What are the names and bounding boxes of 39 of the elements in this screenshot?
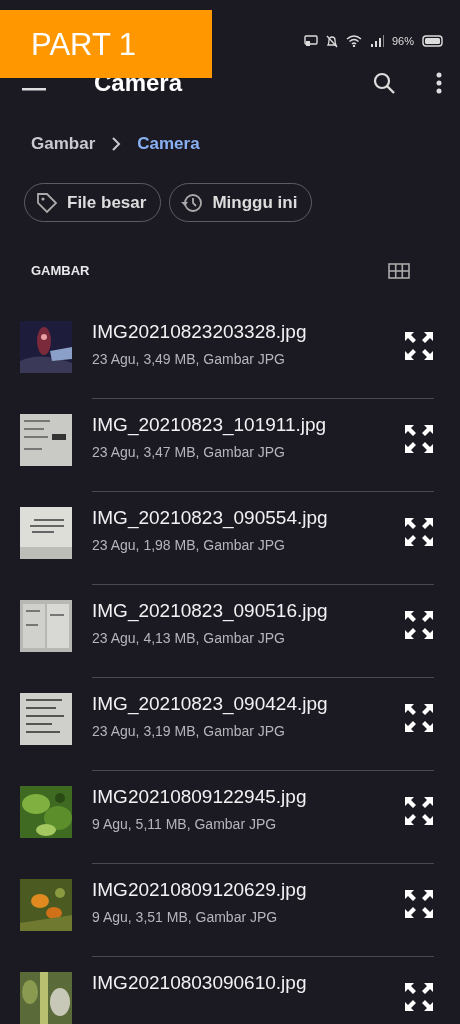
file-details: 9 Agu, 3,51 MB, Gambar JPG	[92, 907, 279, 927]
bell-off-icon	[325, 34, 338, 48]
file-name: IMG20210803090610.jpg	[92, 972, 307, 995]
file-details: 9 Agu, 5,11 MB, Gambar JPG	[92, 814, 278, 834]
file-details: 23 Agu, 1,98 MB, Gambar JPG	[92, 535, 286, 555]
expand-icon[interactable]	[404, 331, 434, 361]
file-name: IMG20210823203328.jpg	[92, 321, 307, 344]
file-name: IMG_20210823_090424.jpg	[92, 693, 328, 716]
expand-icon[interactable]	[404, 517, 434, 547]
file-name: IMG_20210823_090554.jpg	[92, 507, 328, 530]
expand-icon[interactable]	[404, 796, 434, 826]
file-name: IMG_20210823_090516.jpg	[92, 600, 328, 623]
grid-view-icon[interactable]	[388, 263, 410, 279]
battery-level: 96%	[391, 33, 414, 49]
expand-icon[interactable]	[404, 982, 434, 1012]
file-details: 23 Agu, 3,47 MB, Gambar JPG	[92, 442, 286, 462]
chevron-right-icon	[111, 136, 122, 152]
breadcrumb-link[interactable]: Camera	[137, 131, 200, 157]
expand-icon[interactable]	[404, 703, 434, 733]
battery-icon	[422, 35, 444, 47]
more-options-icon[interactable]	[436, 71, 442, 94]
overlay-banner: PART 1	[0, 10, 212, 78]
expand-icon[interactable]	[404, 889, 434, 919]
file-name: IMG20210809120629.jpg	[92, 879, 307, 902]
expand-icon[interactable]	[404, 424, 434, 454]
file-name: IMG_20210823_101911.jpg	[92, 414, 327, 437]
file-details: 23 Agu, 4,13 MB, Gambar JPG	[92, 628, 286, 648]
file-details: 23 Agu, 3,19 MB, Gambar JPG	[92, 721, 286, 741]
tag-icon	[35, 190, 59, 215]
menu-icon[interactable]	[22, 88, 46, 91]
cast-icon	[303, 35, 318, 47]
file-details: 23 Agu, 3,49 MB, Gambar JPG	[92, 349, 286, 369]
expand-icon[interactable]	[404, 610, 434, 640]
search-icon[interactable]	[372, 70, 396, 95]
wifi-icon	[345, 35, 362, 47]
breadcrumb-link[interactable]: Gambar	[31, 131, 96, 157]
signal-icon	[369, 35, 384, 47]
file-name: IMG20210809122945.jpg	[92, 786, 307, 809]
section-heading: GAMBAR	[31, 262, 90, 281]
